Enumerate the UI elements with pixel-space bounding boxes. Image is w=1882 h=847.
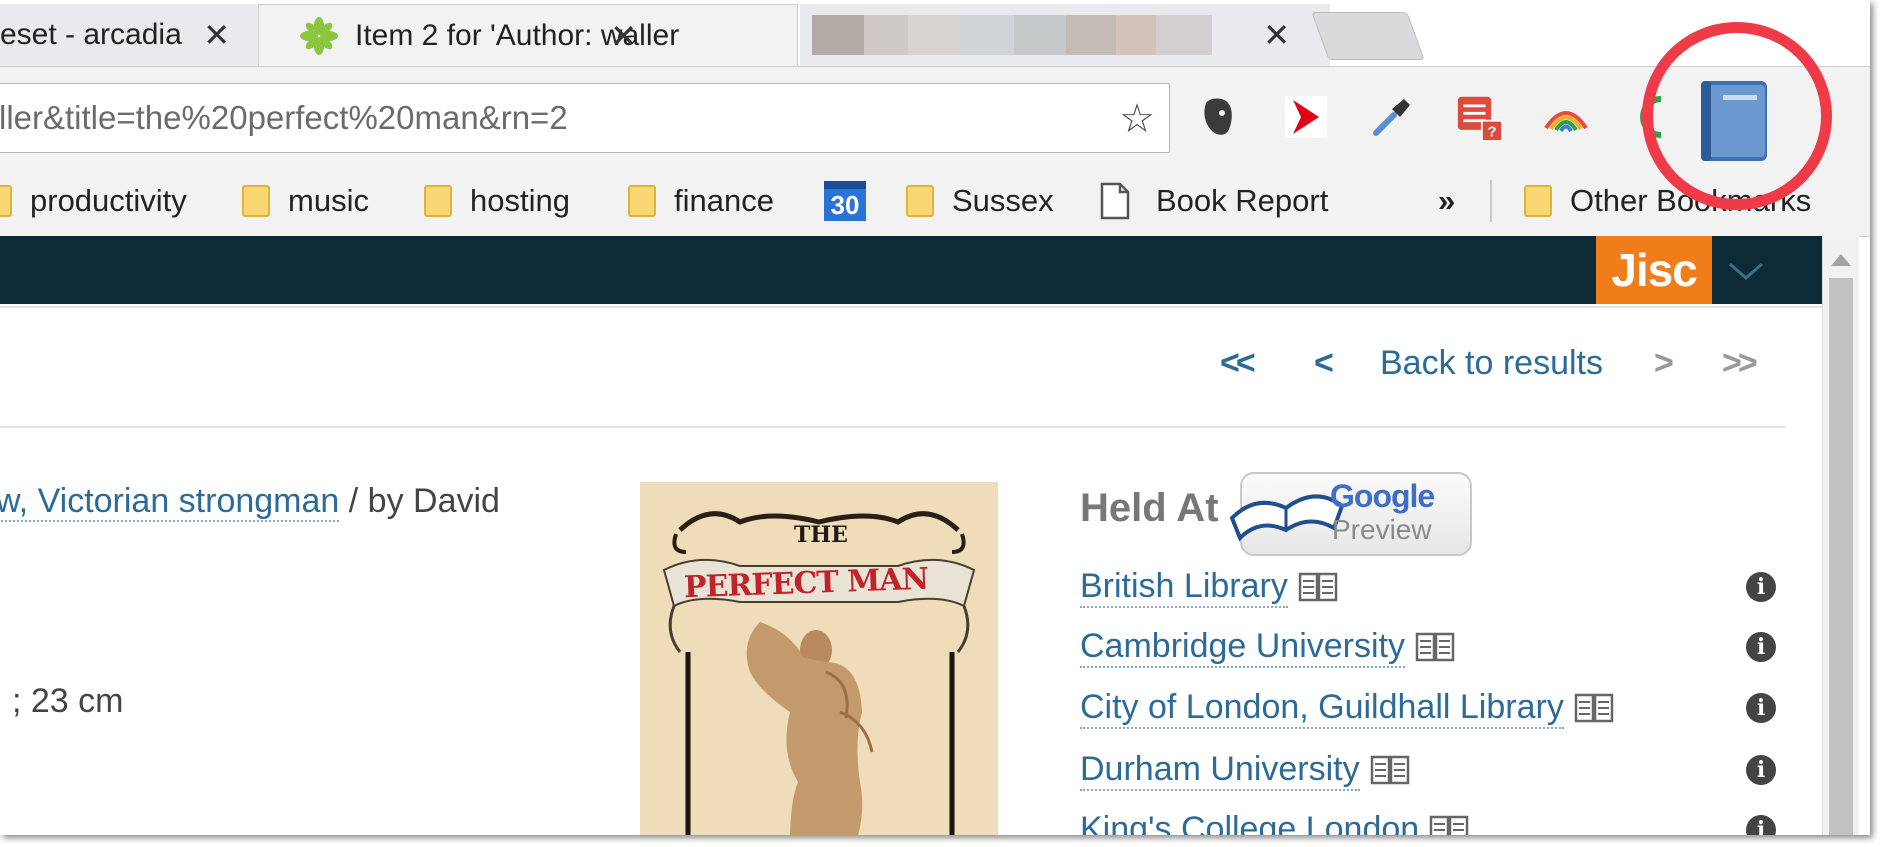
google-brand: Google [1330, 478, 1435, 514]
bookmark-sussex[interactable]: Sussex [906, 178, 1054, 224]
tab-title: Item 2 for 'Author: waller [355, 18, 680, 52]
arrow-red-icon[interactable] [1282, 93, 1330, 141]
tab-item-2[interactable]: Item 2 for 'Author: waller ✕ [258, 4, 798, 66]
record-title: w, Victorian strongman / by David [0, 482, 500, 522]
chevron-down-icon[interactable] [1726, 250, 1766, 290]
jisc-logo[interactable]: Jisc [1596, 236, 1712, 304]
cover-title-top: THE [794, 522, 848, 548]
tab-title: eset - arcadia [0, 18, 182, 51]
page-icon [1100, 182, 1130, 220]
folder-icon [628, 185, 656, 217]
bookmark-star-icon[interactable]: ☆ [1119, 96, 1155, 142]
bookmark-other[interactable]: Other Bookmarks [1524, 178, 1811, 224]
folder-icon [0, 185, 12, 217]
eyedropper-icon[interactable] [1368, 93, 1416, 141]
bookmarks-overflow-button[interactable]: » [1438, 178, 1455, 224]
info-icon[interactable]: i [1746, 632, 1776, 662]
scrollbar-thumb[interactable] [1829, 278, 1853, 835]
first-result-button[interactable]: << [1220, 344, 1256, 383]
info-icon[interactable]: i [1746, 815, 1776, 835]
book-cover-image[interactable]: THE PERFECT MAN [640, 482, 998, 835]
book-extension-icon[interactable] [1694, 75, 1774, 165]
preview-label: Preview [1332, 514, 1432, 545]
blurred-tab-title [812, 15, 1212, 55]
scroll-up-arrow-icon[interactable] [1831, 254, 1851, 266]
svg-text:?: ? [1487, 124, 1496, 140]
close-tab-icon[interactable]: ✕ [203, 16, 230, 54]
tab-arcadia[interactable]: eset - arcadia ✕ [0, 4, 281, 66]
library-item: City of London, Guildhall Library [1080, 685, 1614, 731]
library-item: British Library [1080, 564, 1338, 610]
bookmark-calendar[interactable]: 30 [824, 178, 866, 224]
book-icon[interactable] [1574, 693, 1614, 723]
tab-strip: eset - arcadia ✕ Item 2 for 'Author: wal… [0, 0, 1870, 74]
title-link[interactable]: w, Victorian strongman [0, 482, 340, 522]
library-item: King's College London [1080, 807, 1469, 835]
bookmarks-bar: productivity music hosting finance 30 Su… [0, 168, 1870, 237]
bookmark-book-report[interactable]: Book Report [1100, 178, 1328, 224]
google-preview-button[interactable]: Google Preview [1229, 472, 1472, 556]
folder-icon [424, 185, 452, 217]
library-item: Cambridge University [1080, 624, 1455, 670]
book-icon[interactable] [1429, 815, 1469, 835]
todoist-icon[interactable]: ? [1456, 93, 1504, 142]
address-bar[interactable]: ☆ [0, 83, 1170, 153]
browser-window: eset - arcadia ✕ Item 2 for 'Author: wal… [0, 0, 1870, 835]
url-input[interactable] [0, 94, 1079, 142]
close-tab-icon[interactable]: ✕ [1263, 16, 1290, 54]
library-link[interactable]: Durham University [1080, 750, 1360, 791]
back-to-results-link[interactable]: Back to results [1380, 344, 1603, 383]
tab-blurred[interactable]: ✕ [800, 4, 1330, 66]
record-extent: ; 23 cm [12, 682, 124, 720]
next-result-button[interactable]: > [1654, 344, 1674, 383]
bookmark-productivity[interactable]: productivity [0, 178, 187, 224]
folder-icon [906, 185, 934, 217]
book-icon[interactable] [1298, 572, 1338, 602]
evernote-icon[interactable] [1194, 93, 1242, 141]
bookmark-hosting[interactable]: hosting [424, 178, 570, 224]
page-scrollbar[interactable] [1822, 236, 1859, 835]
bookmark-finance[interactable]: finance [628, 178, 774, 224]
info-icon[interactable]: i [1746, 755, 1776, 785]
open-book-icon [1229, 494, 1345, 542]
toolbar: ☆ ? [0, 66, 1870, 169]
library-item: Durham University [1080, 747, 1410, 793]
new-tab-button[interactable] [1311, 12, 1425, 60]
last-result-button[interactable]: >> [1722, 344, 1758, 383]
book-icon[interactable] [1370, 755, 1410, 785]
site-header: Jisc [0, 236, 1822, 304]
library-link[interactable]: City of London, Guildhall Library [1080, 688, 1564, 729]
book-icon[interactable] [1415, 632, 1455, 662]
green-circle-icon[interactable] [1622, 93, 1670, 141]
content-divider [0, 426, 1786, 428]
library-link[interactable]: Cambridge University [1080, 627, 1405, 668]
folder-icon [1524, 185, 1552, 217]
held-at-heading: Held At [1080, 486, 1219, 530]
bookmarks-divider [1490, 180, 1492, 222]
close-tab-icon[interactable]: ✕ [610, 17, 637, 55]
bookmark-music[interactable]: music [242, 178, 369, 224]
library-link[interactable]: King's College London [1080, 810, 1419, 836]
info-icon[interactable]: i [1746, 693, 1776, 723]
main-content: << < Back to results > >> w, Victorian s… [0, 308, 1822, 835]
green-star-icon [300, 16, 338, 55]
folder-icon [242, 185, 270, 217]
library-link[interactable]: British Library [1080, 567, 1288, 608]
info-icon[interactable]: i [1746, 572, 1776, 602]
calendar-icon: 30 [824, 181, 866, 221]
previous-result-button[interactable]: < [1314, 344, 1334, 383]
rainbow-icon[interactable] [1542, 93, 1590, 141]
